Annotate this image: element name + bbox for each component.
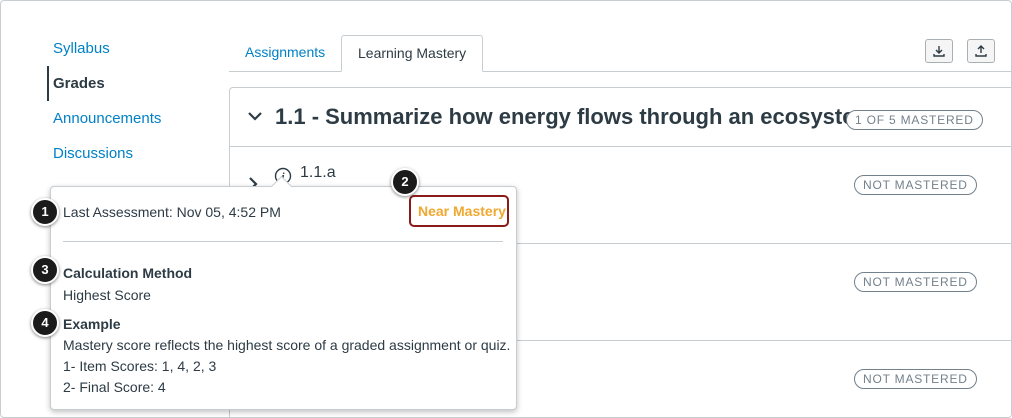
example-description: Mastery score reflects the highest score… [63, 337, 511, 353]
outcome-group-header[interactable]: 1.1 - Summarize how energy flows through… [230, 88, 1011, 147]
mastery-status-badge: NOT MASTERED [854, 369, 977, 389]
import-button[interactable] [925, 39, 953, 63]
callout-badge: 2 [391, 168, 419, 196]
mastery-status-badge: NOT MASTERED [854, 272, 977, 292]
calculation-method-value: Highest Score [63, 287, 151, 303]
gradebook-window: Syllabus Grades Announcements Discussion… [0, 0, 1012, 418]
gradebook-tabs: Assignments Learning Mastery [229, 35, 1011, 72]
nav-item-grades[interactable]: Grades [47, 66, 217, 101]
mastery-level-label: Near Mastery [418, 203, 506, 219]
course-nav: Syllabus Grades Announcements Discussion… [47, 31, 217, 171]
chevron-down-icon[interactable] [246, 107, 264, 125]
export-button[interactable] [967, 39, 995, 63]
upload-icon [975, 45, 987, 57]
tab-assignments[interactable]: Assignments [229, 35, 341, 70]
callout-badge: 4 [31, 309, 59, 337]
outcome-info-popover: Last Assessment: Nov 05, 4:52 PM Near Ma… [50, 175, 517, 410]
nav-item-syllabus[interactable]: Syllabus [47, 31, 217, 66]
tab-learning-mastery[interactable]: Learning Mastery [341, 35, 484, 72]
group-mastery-badge: 1 OF 5 MASTERED [846, 110, 983, 130]
nav-item-discussions[interactable]: Discussions [47, 136, 217, 171]
popover-divider [63, 241, 503, 242]
download-icon [933, 46, 945, 57]
nav-item-announcements[interactable]: Announcements [47, 101, 217, 136]
example-heading: Example [63, 316, 121, 332]
example-item-scores: 1- Item Scores: 1, 4, 2, 3 [63, 358, 217, 374]
outcome-title: 1.1.a [300, 164, 336, 181]
last-assessment-text: Last Assessment: Nov 05, 4:52 PM [63, 204, 281, 220]
callout-badge: 3 [31, 256, 59, 284]
callout-badge: 1 [31, 198, 59, 226]
example-final-score: 2- Final Score: 4 [63, 379, 166, 395]
outcome-group-title: 1.1 - Summarize how energy flows through… [275, 104, 881, 129]
calculation-method-heading: Calculation Method [63, 265, 193, 281]
mastery-status-badge: NOT MASTERED [854, 175, 977, 195]
